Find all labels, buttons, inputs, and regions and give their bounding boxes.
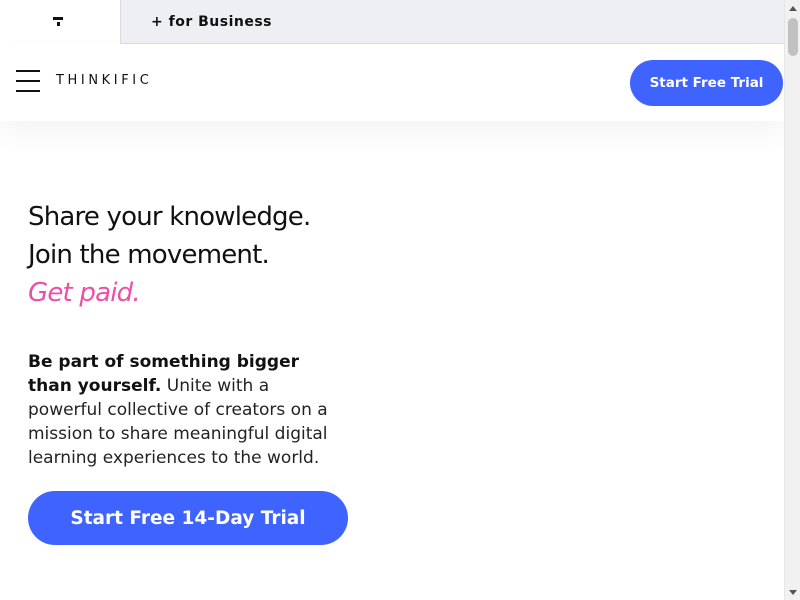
headline-line-2: Join the movement. [28, 240, 270, 270]
hero-headline: Share your knowledge. Join the movement.… [28, 198, 448, 312]
site-header: THINKIFIC Start Free Trial [0, 44, 784, 121]
hamburger-menu-icon[interactable] [16, 69, 40, 93]
headline-line-3-accent: Get paid. [28, 278, 141, 308]
scrollbar-thumb[interactable] [788, 18, 798, 56]
thinkific-t-mark-icon [53, 16, 65, 29]
scroll-up-arrow-icon[interactable] [785, 0, 800, 16]
start-free-trial-button[interactable]: Start Free Trial [630, 60, 783, 106]
start-free-14-day-trial-button[interactable]: Start Free 14-Day Trial [28, 491, 348, 545]
hero-section: Share your knowledge. Join the movement.… [28, 198, 448, 470]
headline-line-1: Share your knowledge. [28, 202, 311, 232]
top-tab-bar: + for Business [0, 0, 784, 45]
vertical-scrollbar[interactable] [784, 0, 800, 600]
tab-for-business[interactable]: + for Business [121, 0, 272, 44]
scroll-down-arrow-icon[interactable] [785, 584, 800, 600]
tab-thinkific-home[interactable] [0, 0, 121, 45]
brand-logo-wordmark[interactable]: THINKIFIC [56, 73, 152, 88]
hero-description: Be part of something bigger than yoursel… [28, 350, 348, 470]
